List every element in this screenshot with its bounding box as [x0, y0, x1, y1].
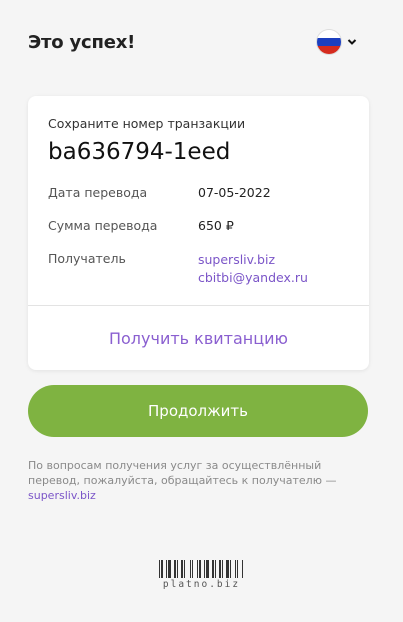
- support-note-link[interactable]: supersliv.biz: [28, 489, 96, 502]
- header: Это успех!: [28, 30, 357, 54]
- page-title: Это успех!: [28, 31, 136, 53]
- amount-value: 650 ₽: [198, 218, 234, 233]
- date-row: Дата перевода 07-05-2022: [48, 185, 349, 200]
- recipient-site-link[interactable]: supersliv.biz: [198, 251, 308, 269]
- date-label: Дата перевода: [48, 185, 148, 200]
- save-transaction-label: Сохраните номер транзакции: [48, 116, 246, 131]
- recipient-label: Получатель: [48, 251, 126, 266]
- support-note-text: По вопросам получения услуг за осуществл…: [28, 459, 337, 487]
- barcode-logo-icon: [159, 560, 244, 578]
- get-receipt-button[interactable]: Получить квитанцию: [28, 306, 369, 370]
- language-selector[interactable]: [317, 30, 357, 54]
- amount-row: Сумма перевода 650 ₽: [48, 218, 349, 233]
- continue-button[interactable]: Продолжить: [28, 385, 368, 437]
- recipient-email-link[interactable]: cbitbi@yandex.ru: [198, 269, 308, 287]
- brand-name: platno.biz: [162, 579, 241, 590]
- amount-label: Сумма перевода: [48, 218, 158, 233]
- footer: platno.biz: [0, 560, 403, 590]
- transaction-id: ba636794-1eed: [48, 139, 231, 165]
- date-value: 07-05-2022: [198, 185, 271, 200]
- russia-flag-icon: [317, 30, 341, 54]
- support-note: По вопросам получения услуг за осуществл…: [28, 458, 348, 503]
- transaction-card: Сохраните номер транзакции ba636794-1eed…: [28, 96, 369, 370]
- recipient-value: supersliv.biz cbitbi@yandex.ru: [198, 251, 308, 287]
- chevron-down-icon: [347, 39, 357, 45]
- recipient-row: Получатель supersliv.biz cbitbi@yandex.r…: [48, 251, 349, 287]
